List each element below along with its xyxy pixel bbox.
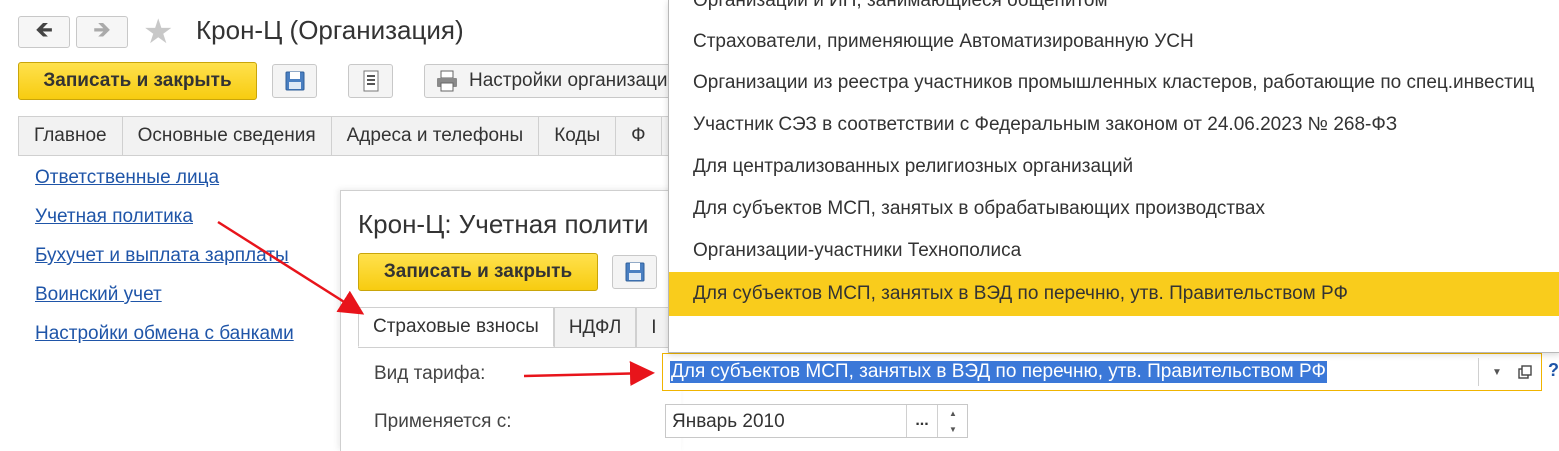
arrow-to-tariff-field (523, 360, 655, 386)
annotation-arrows (217, 220, 655, 386)
arrow-to-insurance-tab (217, 220, 365, 315)
